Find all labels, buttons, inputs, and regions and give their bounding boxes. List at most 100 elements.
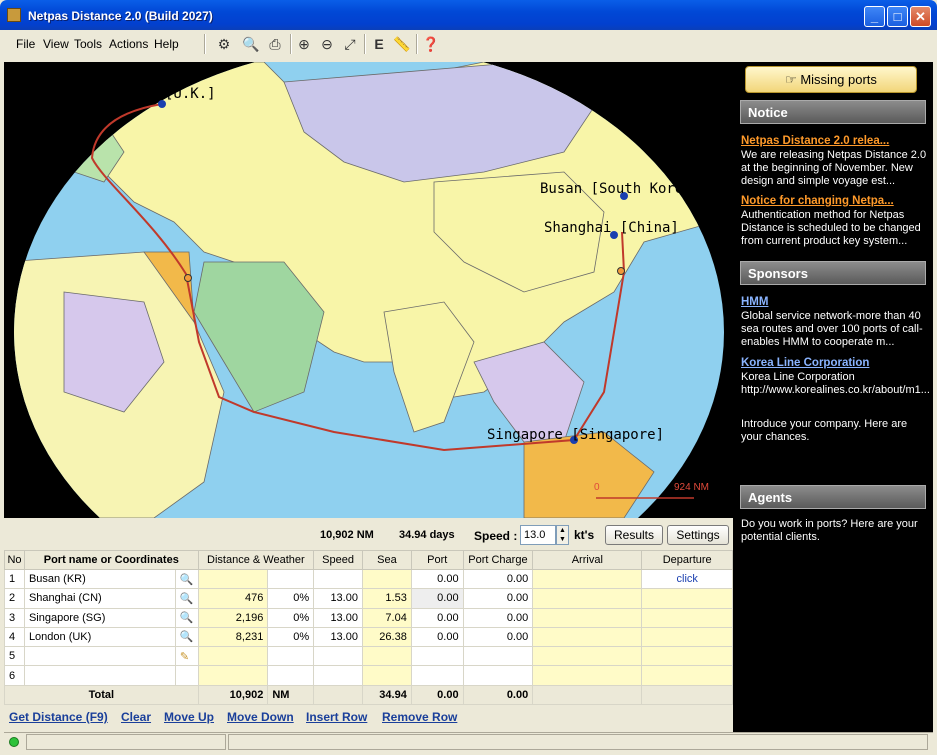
table-row[interactable]: 6 xyxy=(4,665,733,686)
menu-view[interactable]: View xyxy=(43,37,69,51)
missing-ports-button[interactable]: ☞ Missing ports xyxy=(745,66,917,93)
cell-port-days[interactable]: 0.00 xyxy=(410,588,464,609)
col-no[interactable]: No xyxy=(4,550,25,570)
maximize-button[interactable]: □ xyxy=(887,6,908,27)
results-button[interactable]: Results xyxy=(605,525,663,545)
cell-port[interactable]: Shanghai (CN) xyxy=(23,588,176,609)
remove-row-link[interactable]: Remove Row xyxy=(382,710,457,724)
cell-departure[interactable] xyxy=(641,646,733,667)
help-icon[interactable]: ❓ xyxy=(420,33,442,55)
world-map[interactable]: London [U.K.] Busan [South Korea] Shangh… xyxy=(4,62,733,518)
cell-port[interactable]: Busan (KR) xyxy=(23,568,176,590)
cell-speed[interactable]: 13.00 xyxy=(313,588,363,609)
title-bar[interactable]: Netpas Distance 2.0 (Build 2027) _ □ ✕ xyxy=(0,0,937,30)
clear-link[interactable]: Clear xyxy=(121,710,151,724)
pencil-icon[interactable]: ✎ xyxy=(174,646,199,667)
cell-speed[interactable] xyxy=(313,568,363,590)
zoom-in-icon[interactable]: ⊕ xyxy=(293,33,315,55)
e-icon[interactable]: E xyxy=(368,33,390,55)
menu-help[interactable]: Help xyxy=(154,37,179,51)
cell-departure[interactable] xyxy=(641,588,733,609)
col-arrival[interactable]: Arrival xyxy=(532,550,643,570)
cell-port-days[interactable]: 0.00 xyxy=(410,607,464,628)
notice-link-2[interactable]: Notice for changing Netpa... xyxy=(741,195,929,207)
col-port[interactable]: Port name or Coordinates xyxy=(23,550,199,570)
cell-charge[interactable]: 0.00 xyxy=(462,568,534,590)
ruler-icon[interactable]: 📏 xyxy=(391,33,413,55)
cell-port[interactable]: Singapore (SG) xyxy=(23,607,176,628)
cell-weather[interactable]: 0% xyxy=(267,607,315,628)
speed-spinner[interactable]: ▲ ▼ xyxy=(556,525,569,545)
search-icon[interactable]: 🔍 xyxy=(174,588,199,609)
cell-port-days[interactable]: 0.00 xyxy=(410,568,464,590)
cell-arrival[interactable] xyxy=(532,626,643,648)
cell-speed[interactable]: 13.00 xyxy=(313,626,363,648)
search-icon[interactable]: 🔍 xyxy=(174,607,199,628)
close-button[interactable]: ✕ xyxy=(910,6,931,27)
menu-file[interactable]: File xyxy=(16,37,35,51)
minimize-button[interactable]: _ xyxy=(864,6,885,27)
col-distance[interactable]: Distance & Weather xyxy=(197,550,315,570)
cell-arrival[interactable] xyxy=(532,588,643,609)
notice-link-1[interactable]: Netpas Distance 2.0 relea... xyxy=(741,135,929,147)
cell-arrival[interactable] xyxy=(532,568,643,590)
print-preview-icon[interactable]: 🔍 xyxy=(240,33,262,55)
search-icon[interactable]: 🔍 xyxy=(174,626,199,648)
settings-button[interactable]: Settings xyxy=(667,525,729,545)
cell-charge[interactable] xyxy=(462,665,534,686)
cell-speed[interactable]: 13.00 xyxy=(313,607,363,628)
col-sea[interactable]: Sea xyxy=(361,550,412,570)
menu-tools[interactable]: Tools xyxy=(74,37,102,51)
cell-port[interactable]: London (UK) xyxy=(23,626,176,648)
cell-distance[interactable] xyxy=(197,568,269,590)
sponsor-link-korealine[interactable]: Korea Line Corporation xyxy=(741,357,929,369)
cell-weather[interactable] xyxy=(267,646,315,667)
table-row[interactable]: 2 Shanghai (CN) 🔍 476 0% 13.00 1.53 0.00… xyxy=(4,588,733,609)
menu-actions[interactable]: Actions xyxy=(109,37,148,51)
cell-departure[interactable] xyxy=(641,665,733,686)
move-down-link[interactable]: Move Down xyxy=(227,710,294,724)
cell-distance[interactable] xyxy=(197,646,269,667)
table-row[interactable]: 5 ✎ xyxy=(4,646,733,667)
cell-weather[interactable]: 0% xyxy=(267,588,315,609)
cell-charge[interactable]: 0.00 xyxy=(462,588,534,609)
cell-port-days[interactable] xyxy=(410,665,464,686)
get-distance-link[interactable]: Get Distance (F9) xyxy=(9,710,108,724)
cell-port[interactable] xyxy=(23,646,176,667)
sponsor-link-hmm[interactable]: HMM xyxy=(741,296,929,308)
print-icon[interactable]: ⎙ xyxy=(264,33,286,55)
cell-charge[interactable] xyxy=(462,646,534,667)
cell-weather[interactable] xyxy=(267,568,315,590)
cell-weather[interactable]: 0% xyxy=(267,626,315,648)
cell-speed[interactable] xyxy=(313,646,363,667)
cell-distance[interactable]: 2,196 xyxy=(197,607,269,628)
search-icon[interactable]: 🔍 xyxy=(174,568,199,590)
cell-weather[interactable] xyxy=(267,665,315,686)
cell-port-days[interactable] xyxy=(410,646,464,667)
departure-click[interactable]: click xyxy=(641,568,733,590)
move-up-link[interactable]: Move Up xyxy=(164,710,214,724)
zoom-out-icon[interactable]: ⊖ xyxy=(316,33,338,55)
speed-input[interactable] xyxy=(520,525,556,545)
cell-port-days[interactable]: 0.00 xyxy=(410,626,464,648)
col-speed[interactable]: Speed xyxy=(313,550,363,570)
col-charge[interactable]: Port Charge xyxy=(462,550,534,570)
cell-distance[interactable]: 8,231 xyxy=(197,626,269,648)
table-row[interactable]: 1 Busan (KR) 🔍 0.00 0.00 click xyxy=(4,568,733,590)
cell-speed[interactable] xyxy=(313,665,363,686)
cell-arrival[interactable] xyxy=(532,665,643,686)
table-row[interactable]: 3 Singapore (SG) 🔍 2,196 0% 13.00 7.04 0… xyxy=(4,607,733,628)
options-icon[interactable]: ⚙ xyxy=(213,33,235,55)
cell-arrival[interactable] xyxy=(532,646,643,667)
cell-charge[interactable]: 0.00 xyxy=(462,626,534,648)
table-row[interactable]: 4 London (UK) 🔍 8,231 0% 13.00 26.38 0.0… xyxy=(4,626,733,648)
fit-icon[interactable]: ⤢ xyxy=(339,33,361,55)
cell-arrival[interactable] xyxy=(532,607,643,628)
col-departure[interactable]: Departure xyxy=(641,550,733,570)
cell-distance[interactable]: 476 xyxy=(197,588,269,609)
col-port-days[interactable]: Port xyxy=(410,550,464,570)
cell-port[interactable] xyxy=(23,665,176,686)
cell-distance[interactable] xyxy=(197,665,269,686)
cell-charge[interactable]: 0.00 xyxy=(462,607,534,628)
insert-row-link[interactable]: Insert Row xyxy=(306,710,367,724)
